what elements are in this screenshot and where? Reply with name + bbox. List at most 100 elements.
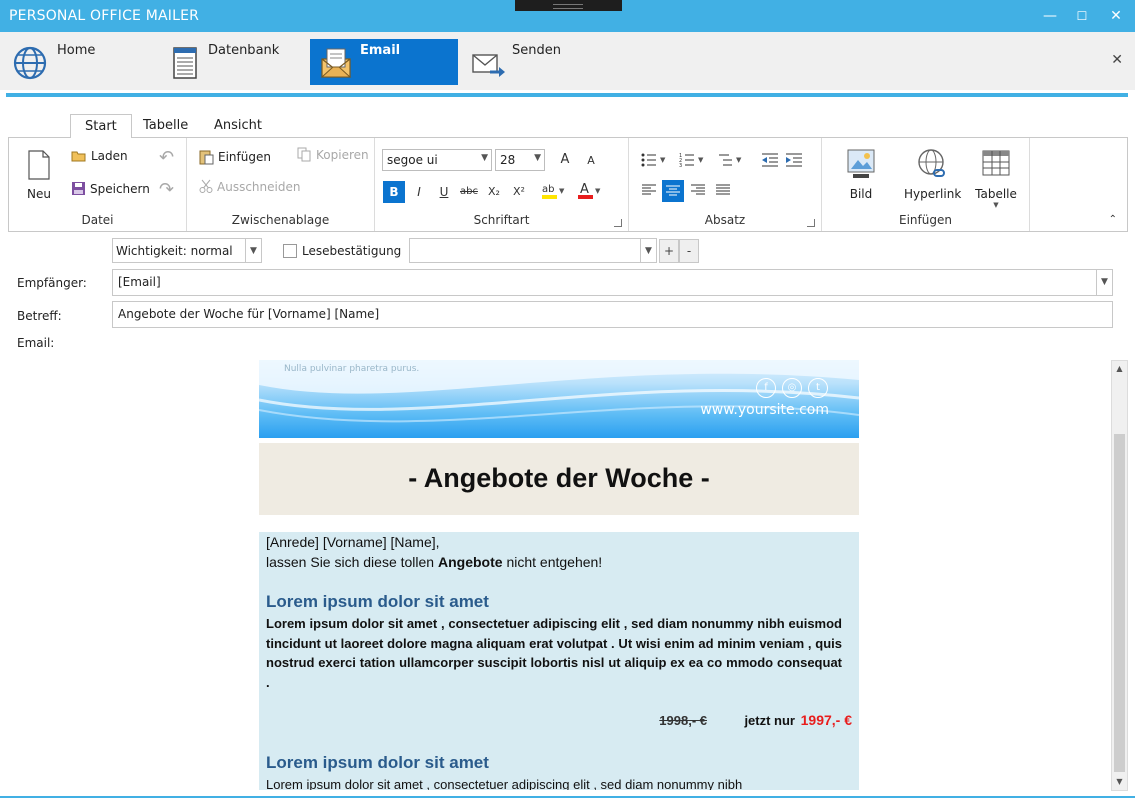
email-editor[interactable]: Nulla pulvinar pharetra purus. f ◎ t www… [259, 360, 859, 790]
font-size-value: 28 [500, 153, 516, 167]
strikethrough-button[interactable]: abc [458, 181, 480, 203]
group-clipboard: Einfügen Kopieren Ausschneiden Zwischena… [187, 138, 375, 231]
svg-text:▼: ▼ [736, 156, 742, 164]
svg-text:▼: ▼ [660, 156, 666, 164]
recipient-field[interactable]: [Email] ▼ [112, 269, 1113, 296]
nav-email-label: Email [360, 43, 401, 58]
bold-button[interactable]: B [383, 181, 405, 203]
instagram-icon[interactable]: ◎ [782, 378, 802, 398]
minimize-button[interactable]: — [1040, 6, 1060, 26]
grow-font-button[interactable]: A [554, 149, 576, 171]
recipient-value: [Email] [118, 275, 161, 289]
scroll-down-icon[interactable]: ▼ [1112, 774, 1127, 790]
facebook-icon[interactable]: f [756, 378, 776, 398]
close-tab-button[interactable]: ✕ [1111, 52, 1123, 68]
dialog-launcher-icon[interactable] [807, 219, 815, 227]
group-einfuegen-label: Einfügen [899, 213, 952, 227]
chevron-down-icon: ▼ [245, 239, 261, 263]
remove-button[interactable]: - [679, 239, 699, 263]
tab-tabelle[interactable]: Tabelle [129, 114, 202, 138]
read-receipt-checkbox[interactable] [283, 244, 297, 258]
copy-icon [297, 147, 311, 162]
email-banner: Nulla pulvinar pharetra purus. f ◎ t www… [259, 360, 859, 438]
nav-email[interactable]: Email [310, 39, 458, 85]
save-button[interactable]: Speichern [71, 181, 150, 196]
align-right-icon[interactable] [690, 183, 706, 197]
nav-senden[interactable]: Senden [462, 39, 602, 85]
bullet-list-icon[interactable]: ▼ [641, 152, 669, 168]
new-button[interactable]: Neu [23, 150, 55, 201]
scroll-up-icon[interactable]: ▲ [1112, 361, 1127, 377]
redo-button[interactable]: ↷ [159, 179, 174, 200]
read-receipt-label: Lesebestätigung [302, 244, 402, 258]
insert-table-button[interactable]: Tabelle ▼ [974, 148, 1018, 209]
subject-field[interactable]: Angebote der Woche für [Vorname] [Name] [112, 301, 1113, 328]
maximize-button[interactable]: ☐ [1072, 6, 1092, 26]
chevron-down-icon: ▼ [1096, 270, 1112, 295]
shrink-font-button[interactable]: A [580, 150, 602, 172]
cut-button[interactable]: Ausschneiden [199, 179, 300, 194]
font-size-select[interactable]: 28 ▼ [495, 149, 545, 171]
new-price: 1997,- € [800, 712, 852, 728]
superscript-button[interactable]: X² [508, 181, 530, 203]
highlight-color-button[interactable]: ab ▼ [538, 181, 568, 203]
font-color-button[interactable]: A ▼ [574, 181, 604, 203]
folder-open-icon [71, 151, 86, 162]
website-link[interactable]: www.yoursite.com [700, 402, 829, 418]
insert-image-button[interactable]: Bild [838, 148, 884, 201]
close-window-button[interactable]: ✕ [1106, 6, 1126, 26]
vertical-scrollbar[interactable]: ▲ ▼ [1111, 360, 1128, 791]
insert-hyperlink-label: Hyperlink [904, 187, 962, 201]
underline-button[interactable]: U [433, 181, 455, 203]
increase-indent-icon[interactable] [785, 152, 803, 168]
offer-heading-2: Lorem ipsum dolor sit amet [266, 753, 489, 772]
subject-label: Betreff: [17, 309, 62, 323]
font-family-value: segoe ui [387, 153, 438, 167]
group-datei: Neu Laden Speichern ↶ ↷ Datei [9, 138, 187, 231]
undo-button[interactable]: ↶ [159, 147, 174, 168]
ribbon: Neu Laden Speichern ↶ ↷ Datei Einfügen K… [8, 137, 1128, 232]
price-label: jetzt nur [744, 713, 795, 728]
headline-box: - Angebote der Woche - [259, 443, 859, 515]
insert-hyperlink-button[interactable]: Hyperlink [904, 148, 962, 201]
add-button[interactable]: + [659, 239, 679, 263]
copy-label: Kopieren [316, 147, 369, 162]
save-label: Speichern [90, 181, 150, 196]
collapse-ribbon-button[interactable]: ⌃ [1109, 214, 1117, 225]
template-select[interactable]: ▼ [409, 238, 657, 263]
dialog-launcher-icon[interactable] [614, 219, 622, 227]
load-button[interactable]: Laden [71, 149, 128, 163]
database-icon [173, 47, 197, 79]
nav-datenbank[interactable]: Datenbank [158, 39, 298, 85]
subject-value: Angebote der Woche für [Vorname] [Name] [118, 307, 380, 321]
drag-handle[interactable] [515, 0, 622, 11]
window-title: PERSONAL OFFICE MAILER [9, 8, 200, 24]
paste-button[interactable]: Einfügen [199, 149, 271, 165]
align-justify-icon[interactable] [715, 183, 731, 197]
image-icon [847, 149, 875, 178]
new-label: Neu [27, 187, 51, 201]
tab-start[interactable]: Start [70, 114, 132, 138]
svg-text:A: A [580, 182, 589, 197]
importance-select[interactable]: Wichtigkeit: normal ▼ [112, 238, 262, 263]
save-icon [72, 182, 85, 195]
italic-button[interactable]: I [408, 181, 430, 203]
align-center-button[interactable] [662, 180, 684, 202]
numbered-list-icon[interactable]: 123▼ [679, 152, 707, 168]
group-schriftart: segoe ui ▼ 28 ▼ A A B I U abc X₂ X² ab ▼ A ▼… [375, 138, 629, 231]
subscript-button[interactable]: X₂ [483, 181, 505, 203]
nav-home[interactable]: Home [4, 39, 144, 85]
font-family-select[interactable]: segoe ui ▼ [382, 149, 492, 171]
decrease-indent-icon[interactable] [761, 152, 779, 168]
accent-divider [6, 93, 1128, 97]
tab-ansicht[interactable]: Ansicht [200, 114, 276, 138]
globe-icon [13, 46, 47, 80]
multilevel-list-icon[interactable]: ▼ [717, 152, 745, 168]
twitter-icon[interactable]: t [808, 378, 828, 398]
hyperlink-icon [918, 149, 945, 177]
copy-button[interactable]: Kopieren [297, 147, 369, 162]
svg-text:▼: ▼ [595, 187, 601, 195]
scrollbar-thumb[interactable] [1114, 434, 1125, 772]
align-left-icon[interactable] [641, 183, 657, 197]
highlighter-icon: ab ▼ [542, 184, 565, 199]
